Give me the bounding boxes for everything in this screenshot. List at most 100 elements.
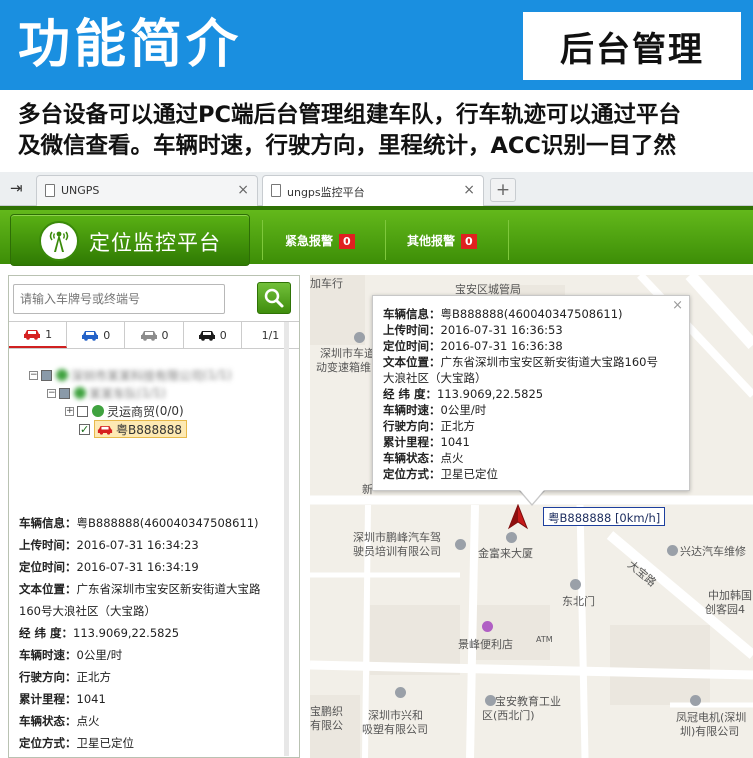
tree-node-count: (1/1) — [137, 386, 166, 400]
expand-toggle[interactable]: + — [65, 406, 74, 416]
gray-car-icon — [140, 331, 157, 341]
tab-online-cars[interactable]: 1 — [9, 322, 68, 348]
red-car-icon — [24, 330, 41, 340]
app-title: 定位监控平台 — [89, 231, 221, 255]
vehicle-direction-arrow-icon[interactable] — [507, 504, 529, 530]
screenshot-root: 功能简介 后台管理 多台设备可以通过PC端后台管理组建车队，行车轨迹可以通过平台… — [0, 0, 753, 758]
app-logo-box: 定位监控平台 — [10, 214, 250, 266]
collapse-toggle[interactable]: − — [29, 370, 38, 380]
map-label: 加车行 — [310, 277, 343, 290]
tree-node-vehicle[interactable]: ✓ 粤B888888 — [79, 420, 188, 438]
signal-tower-icon — [39, 221, 79, 261]
header-divider — [262, 220, 263, 260]
wrench-icon — [667, 545, 678, 556]
map-label: 宝鹏织 — [310, 705, 343, 718]
vehicle-search-input[interactable] — [13, 284, 225, 314]
car-count: 0 — [103, 328, 111, 342]
popup-row-locate-time: 定位时间：2016-07-31 16:36:38 — [383, 339, 563, 353]
poi-icon — [570, 579, 581, 590]
popup-row-speed: 车辆时速：0公里/时 — [383, 403, 487, 417]
browser-tab-ungps[interactable]: UNGPS × — [36, 175, 258, 206]
tree-node-count: (0/0) — [155, 404, 184, 418]
info-row-locate-time: 定位时间：2016-07-31 16:34:19 — [19, 560, 199, 574]
map-label: 景峰便利店 — [458, 638, 513, 651]
tree-checkbox-checked[interactable]: ✓ — [79, 423, 90, 435]
info-row-direction: 行驶方向：正北方 — [19, 670, 111, 684]
black-car-icon — [198, 331, 215, 341]
map-label: 有限公 — [310, 719, 343, 732]
tab-title: ungps监控平台 — [287, 186, 365, 199]
map-label: 深圳市车道 — [320, 347, 375, 360]
alarm-count-badge: 0 — [339, 234, 355, 249]
close-tab-icon[interactable]: × — [237, 182, 249, 198]
back-arrow-icon[interactable]: ⇥ — [10, 179, 23, 197]
info-row-upload-time: 上传时间：2016-07-31 16:34:23 — [19, 538, 199, 552]
alarm-count-badge: 0 — [461, 234, 477, 249]
alarm-label: 其他报警 — [407, 234, 456, 248]
page-indicator[interactable]: 1/1 — [242, 322, 299, 348]
poi-icon — [455, 539, 466, 550]
store-icon — [482, 621, 493, 632]
car-count: 0 — [219, 328, 227, 342]
popup-row-direction: 行驶方向：正北方 — [383, 419, 475, 433]
info-row-positioning: 定位方式：卫星已定位 — [19, 736, 134, 750]
panel-scrollbar[interactable] — [284, 322, 289, 756]
info-row-status: 车辆状态：点火 — [19, 714, 100, 728]
popup-row-address-cont: 大浪社区（大宝路） — [383, 371, 487, 385]
info-row-mileage: 累计里程：1041 — [19, 692, 106, 706]
map-label: 凤冠电机(深圳 — [676, 711, 747, 724]
banner-box-label: 后台管理 — [560, 29, 704, 70]
map-label: 创客园4 — [705, 603, 745, 616]
tree-checkbox[interactable] — [41, 369, 52, 381]
tab-unlocated-cars[interactable]: 0 — [184, 322, 242, 348]
vehicle-map-tag[interactable]: 粤B888888 [0km/h] — [543, 507, 666, 526]
popup-row-upload-time: 上传时间：2016-07-31 16:36:53 — [383, 323, 563, 337]
info-row-coordinates: 经 纬 度：113.9069,22.5825 — [19, 626, 180, 640]
app-header: 定位监控平台 紧急报警 0 其他报警 0 — [0, 206, 753, 266]
tab-offline-cars[interactable]: 0 — [125, 322, 184, 348]
search-icon — [264, 288, 284, 308]
close-popup-icon[interactable]: × — [672, 298, 683, 313]
tab-title: UNGPS — [61, 184, 100, 197]
description-line-1: 多台设备可以通过PC端后台管理组建车队，行车轨迹可以通过平台 — [18, 102, 682, 128]
feature-description: 多台设备可以通过PC端后台管理组建车队，行车轨迹可以通过平台 及微信查看。车辆时… — [18, 100, 748, 162]
header-divider — [508, 220, 509, 260]
car-count: 0 — [161, 328, 169, 342]
tree-checkbox[interactable] — [77, 405, 88, 417]
tab-moving-cars[interactable]: 0 — [67, 322, 126, 348]
red-car-icon — [97, 425, 113, 435]
popup-row-address: 文本位置：广东省深圳市宝安区新安街道大宝路160号 — [383, 355, 658, 369]
banner-box: 后台管理 — [523, 12, 741, 80]
tree-node-label: 某某车队 — [89, 386, 138, 401]
collapse-toggle[interactable]: − — [47, 388, 56, 398]
tree-node-count: (1/1) — [203, 368, 232, 382]
popup-row-status: 车辆状态：点火 — [383, 451, 464, 465]
selected-vehicle[interactable]: 粤B888888 — [94, 420, 188, 438]
map-label: 动变速箱维 — [316, 361, 371, 374]
popup-row-mileage: 累计里程：1041 — [383, 435, 470, 449]
car-count: 1 — [45, 327, 53, 341]
building-icon — [506, 532, 517, 543]
map-label: 东北门 — [562, 595, 595, 608]
info-row-vehicle: 车辆信息：粤B888888(460040347508611) — [19, 516, 259, 530]
browser-tab-ungps-monitor[interactable]: ungps监控平台 × — [262, 175, 484, 206]
tree-node-fleet[interactable]: − 某某车队 (1/1) — [47, 384, 166, 402]
vehicle-panel: 1 0 0 0 1/1 − 深圳市某某科技有限公司 (1/1) — [8, 275, 300, 758]
other-alarm-button[interactable]: 其他报警 0 — [407, 232, 477, 249]
map-label: 金富来大厦 — [478, 547, 533, 560]
page-icon — [271, 184, 281, 197]
map-label: 兴达汽车维修 — [680, 545, 746, 558]
tree-node-company[interactable]: − 深圳市某某科技有限公司 (1/1) — [29, 366, 232, 384]
group-icon — [56, 369, 68, 381]
popup-row-vehicle: 车辆信息：粤B888888(460040347508611) — [383, 307, 623, 321]
new-tab-button[interactable]: + — [490, 178, 516, 202]
tree-node-subgroup[interactable]: + 灵运商贸 (0/0) — [65, 402, 184, 420]
blue-car-icon — [82, 331, 99, 341]
info-row-speed: 车辆时速：0公里/时 — [19, 648, 123, 662]
close-tab-icon[interactable]: × — [463, 182, 475, 198]
car-status-tabs: 1 0 0 0 1/1 — [9, 321, 299, 349]
emergency-alarm-button[interactable]: 紧急报警 0 — [285, 232, 355, 249]
tree-checkbox[interactable] — [59, 387, 70, 399]
search-button[interactable] — [257, 282, 291, 314]
tree-node-label: 灵运商贸 — [107, 404, 156, 419]
